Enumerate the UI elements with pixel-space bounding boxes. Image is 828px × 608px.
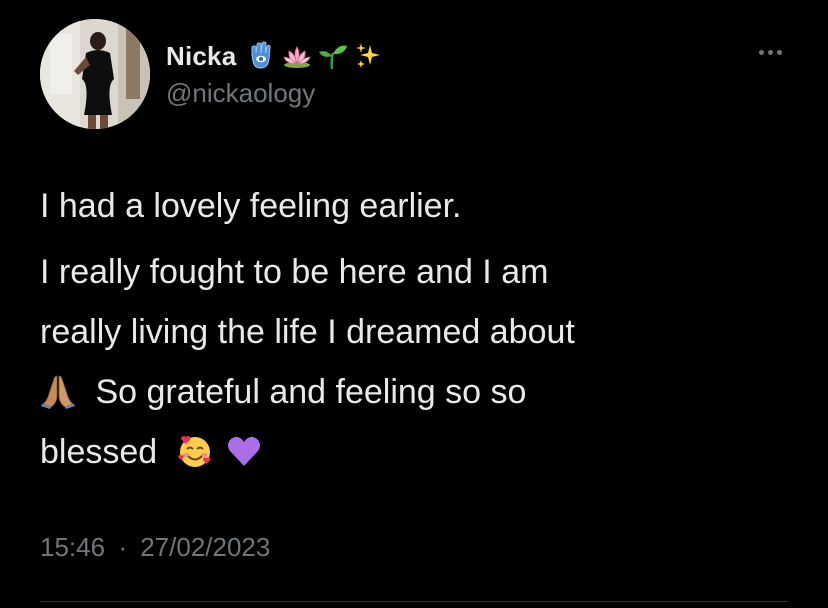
dot (758, 49, 764, 55)
tweet-line-with-emoji: blessed (40, 422, 800, 482)
tweet-line: I really fought to be here and I am (40, 253, 549, 291)
lotus-icon (283, 46, 311, 68)
tweet-line-text: So grateful and feeling so so (95, 373, 527, 411)
timestamp-separator: · (118, 532, 127, 562)
display-name[interactable]: Nicka (166, 41, 236, 72)
hamsa-icon (251, 41, 272, 69)
more-options-icon[interactable] (752, 42, 788, 62)
tweet: Nicka @nickaology I had a lovely feeling… (0, 0, 828, 608)
sparkles-icon (356, 43, 381, 68)
avatar[interactable] (40, 19, 150, 129)
name-emojis (246, 41, 384, 71)
purple-heart-icon (228, 436, 261, 466)
avatar-photo (40, 19, 150, 129)
smiling-face-with-hearts-icon (177, 436, 210, 467)
folded-hands-icon (41, 375, 75, 409)
tweet-paragraph-1: I had a lovely feeling earlier. (40, 187, 462, 225)
seedling-icon (319, 45, 348, 70)
dot (767, 49, 773, 55)
dot (776, 49, 782, 55)
author-handle[interactable]: @nickaology (166, 78, 315, 109)
tweet-line-with-emoji: So grateful and feeling so so (40, 362, 800, 422)
tweet-time: 15:46 (40, 532, 106, 562)
tweet-text: I had a lovely feeling earlier. I really… (40, 176, 800, 482)
author-name-row: Nicka (166, 36, 384, 76)
tweet-date: 27/02/2023 (140, 532, 271, 562)
divider (40, 601, 788, 602)
tweet-timestamp[interactable]: 15:46 · 27/02/2023 (40, 532, 270, 563)
tweet-line-text: blessed (40, 433, 158, 471)
tweet-line: really living the life I dreamed about (40, 313, 575, 351)
